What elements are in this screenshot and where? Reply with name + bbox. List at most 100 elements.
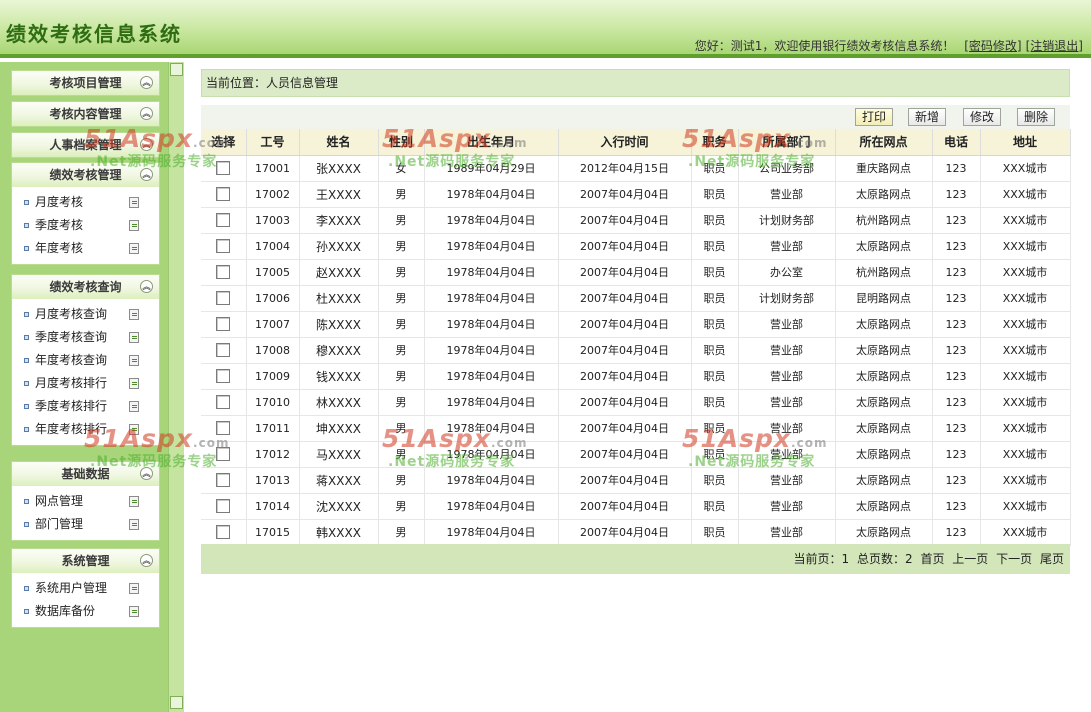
table-cell: 营业部 [738, 493, 836, 520]
chevron-up-icon[interactable]: ︽ [140, 138, 153, 151]
row-select-checkbox[interactable] [216, 239, 231, 253]
table-cell: 沈XXXX [299, 493, 379, 520]
chevron-up-icon[interactable]: ︽ [140, 554, 153, 567]
row-select-checkbox[interactable] [216, 187, 231, 201]
menu-item-branch-management[interactable]: 网点管理 [12, 490, 159, 513]
last-page-link[interactable]: 尾页 [1040, 552, 1064, 566]
table-cell: 职员 [691, 389, 739, 416]
row-select-checkbox[interactable] [216, 343, 231, 357]
app-title: 绩效考核信息系统 [6, 22, 182, 46]
table-cell: 太原路网点 [835, 519, 933, 546]
table-cell: 职员 [691, 181, 739, 208]
table-cell: 太原路网点 [835, 311, 933, 338]
menu-item-department-management[interactable]: 部门管理 [12, 513, 159, 536]
row-select-checkbox[interactable] [216, 525, 231, 539]
toolbar: 打印 新增 修改 删除 [201, 105, 1070, 129]
table-row[interactable]: 17013 蒋XXXX 男 1978年04月04日 2007年04月04日 职员 营业部 太原… [201, 467, 1071, 494]
table-row[interactable]: 17002 王XXXX 男 1978年04月04日 2007年04月04日 职员 营业部 太原… [201, 181, 1071, 208]
row-select-checkbox[interactable] [216, 421, 231, 435]
table-cell: 营业部 [738, 441, 836, 468]
page-icon [129, 424, 139, 435]
row-select-checkbox[interactable] [216, 447, 231, 461]
row-select-checkbox[interactable] [216, 473, 231, 487]
table-row[interactable]: 17005 赵XXXX 男 1978年04月04日 2007年04月04日 职员 办公室 杭州… [201, 259, 1071, 286]
table-cell: 营业部 [738, 467, 836, 494]
table-cell: 职员 [691, 441, 739, 468]
total-pages: 总页数：2 [856, 552, 913, 566]
delete-button[interactable]: 删除 [1017, 108, 1055, 126]
sidebar-splitter[interactable] [168, 62, 184, 712]
page-icon [129, 496, 139, 507]
table-cell: 营业部 [738, 389, 836, 416]
row-select-checkbox[interactable] [216, 291, 231, 305]
menu-item-system-users[interactable]: 系统用户管理 [12, 577, 159, 600]
table-row[interactable]: 17011 坤XXXX 男 1978年04月04日 2007年04月04日 职员 营业部 太原… [201, 415, 1071, 442]
table-cell: 123 [932, 389, 981, 416]
panel-header-content-management[interactable]: 考核内容管理 ︽ [12, 102, 159, 126]
table-cell: 马XXXX [299, 441, 379, 468]
panel-content-management: 考核内容管理 ︽ [11, 101, 160, 127]
table-row[interactable]: 17014 沈XXXX 男 1978年04月04日 2007年04月04日 职员 营业部 太原… [201, 493, 1071, 520]
chevron-up-icon[interactable]: ︽ [140, 467, 153, 480]
menu-item-quarterly-review[interactable]: 季度考核 [12, 214, 159, 237]
menu-item-monthly-query[interactable]: 月度考核查询 [12, 303, 159, 326]
change-password-link[interactable]: [密码修改] [964, 39, 1021, 53]
table-row[interactable]: 17006 杜XXXX 男 1978年04月04日 2007年04月04日 职员 计划财务部… [201, 285, 1071, 312]
table-cell: 2012年04月15日 [558, 155, 692, 182]
menu-item-database-backup[interactable]: 数据库备份 [12, 600, 159, 623]
add-button[interactable]: 新增 [908, 108, 946, 126]
bullet-icon [24, 499, 29, 504]
row-select-checkbox[interactable] [216, 369, 231, 383]
first-page-link[interactable]: 首页 [920, 552, 944, 566]
table-cell: 17010 [246, 389, 300, 416]
row-select-checkbox[interactable] [216, 317, 231, 331]
menu-item-annual-query[interactable]: 年度考核查询 [12, 349, 159, 372]
menu-item-annual-ranking[interactable]: 年度考核排行 [12, 418, 159, 441]
menu-item-monthly-ranking[interactable]: 月度考核排行 [12, 372, 159, 395]
panel-header-performance-management[interactable]: 绩效考核管理 ︽ [12, 163, 159, 187]
table-row[interactable]: 17012 马XXXX 男 1978年04月04日 2007年04月04日 职员 营业部 太原… [201, 441, 1071, 468]
menu-item-annual-review[interactable]: 年度考核 [12, 237, 159, 260]
panel-header-hr-records[interactable]: 人事档案管理 ︽ [12, 133, 159, 157]
main-content: 当前位置：人员信息管理 打印 新增 修改 删除 选择 工号 姓名 性别 出生年月 入行时间… [186, 62, 1091, 712]
chevron-up-icon[interactable]: ︽ [140, 280, 153, 293]
table-row[interactable]: 17008 穆XXXX 男 1978年04月04日 2007年04月04日 职员 营业部 太原… [201, 337, 1071, 364]
table-cell: 太原路网点 [835, 363, 933, 390]
row-select-checkbox[interactable] [216, 499, 231, 513]
table-row[interactable]: 17010 林XXXX 男 1978年04月04日 2007年04月04日 职员 营业部 太原… [201, 389, 1071, 416]
table-cell: 营业部 [738, 311, 836, 338]
menu-item-monthly-review[interactable]: 月度考核 [12, 191, 159, 214]
menu-item-quarterly-ranking[interactable]: 季度考核排行 [12, 395, 159, 418]
table-row[interactable]: 17007 陈XXXX 男 1978年04月04日 2007年04月04日 职员 营业部 太原… [201, 311, 1071, 338]
edit-button[interactable]: 修改 [963, 108, 1001, 126]
chevron-up-icon[interactable]: ︽ [140, 76, 153, 89]
panel-header-system-management[interactable]: 系统管理 ︽ [12, 549, 159, 573]
row-select-checkbox[interactable] [216, 213, 231, 227]
table-cell: 2007年04月04日 [558, 467, 692, 494]
row-select-checkbox[interactable] [216, 265, 231, 279]
table-row[interactable]: 17001 张XXXX 女 1989年04月29日 2012年04月15日 职员 公司业务部… [201, 155, 1071, 182]
panel-header-project-management[interactable]: 考核项目管理 ︽ [12, 71, 159, 95]
splitter-toggle-top[interactable] [170, 63, 183, 76]
panel-header-performance-query[interactable]: 绩效考核查询 ︽ [12, 275, 159, 299]
row-select-checkbox[interactable] [216, 161, 231, 175]
splitter-toggle-bottom[interactable] [170, 696, 183, 709]
prev-page-link[interactable]: 上一页 [952, 552, 988, 566]
table-cell: XXX城市 [980, 519, 1071, 546]
table-row[interactable]: 17003 李XXXX 男 1978年04月04日 2007年04月04日 职员 计划财务部… [201, 207, 1071, 234]
chevron-up-icon[interactable]: ︽ [140, 107, 153, 120]
table-cell: 17015 [246, 519, 300, 546]
table-row[interactable]: 17009 钱XXXX 男 1978年04月04日 2007年04月04日 职员 营业部 太原… [201, 363, 1071, 390]
menu-item-quarterly-query[interactable]: 季度考核查询 [12, 326, 159, 349]
table-row[interactable]: 17015 韩XXXX 男 1978年04月04日 2007年04月04日 职员 营业部 太原… [201, 519, 1071, 546]
table-row[interactable]: 17004 孙XXXX 男 1978年04月04日 2007年04月04日 职员 营业部 太原… [201, 233, 1071, 260]
row-select-checkbox[interactable] [216, 395, 231, 409]
table-cell: 2007年04月04日 [558, 285, 692, 312]
panel-header-basic-data[interactable]: 基础数据 ︽ [12, 462, 159, 486]
chevron-up-icon[interactable]: ︽ [140, 168, 153, 181]
logout-link[interactable]: [注销退出] [1026, 39, 1083, 53]
panel-performance-query: 绩效考核查询 ︽ 月度考核查询 季度考核查询 年度考核查询 月度考核排行 季度考… [11, 274, 160, 446]
next-page-link[interactable]: 下一页 [996, 552, 1032, 566]
print-button[interactable]: 打印 [855, 108, 893, 126]
table-cell: XXX城市 [980, 233, 1071, 260]
